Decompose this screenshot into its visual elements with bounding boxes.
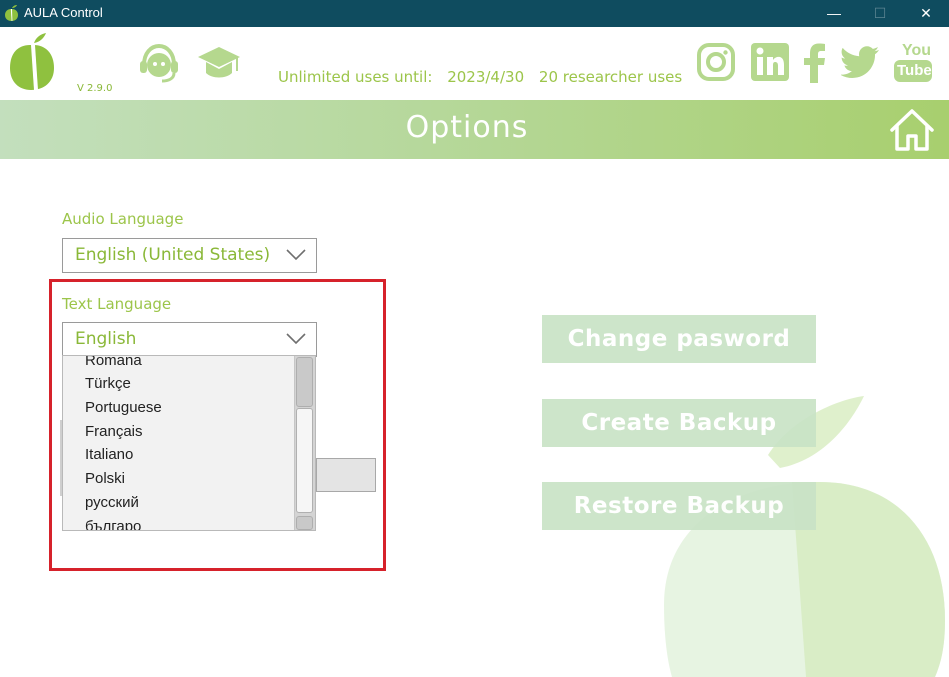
app-apple-icon (5, 5, 18, 21)
page-banner: Options (0, 100, 949, 159)
facebook-icon[interactable] (804, 43, 826, 83)
create-backup-button[interactable]: Create Backup (542, 399, 816, 447)
audio-language-value: English (United States) (75, 245, 271, 265)
licence-until-label: Unlimited uses until: (278, 68, 433, 86)
chevron-down-icon (286, 249, 306, 261)
youtube-logo-top: You (902, 42, 932, 59)
youtube-icon[interactable]: You Tube (894, 42, 932, 82)
restore-backup-button[interactable]: Restore Backup (542, 482, 816, 530)
youtube-logo-bottom: Tube (897, 62, 932, 79)
minimize-button[interactable]: — (811, 0, 857, 27)
close-button[interactable]: ✕ (903, 0, 949, 27)
audio-language-select[interactable]: English (United States) (62, 238, 317, 273)
app-version: V 2.9.0 (77, 83, 113, 94)
headset-icon[interactable] (138, 43, 180, 83)
change-password-button[interactable]: Change pasword (542, 315, 816, 363)
licence-info: Unlimited uses until: 2023/4/30 20 resea… (278, 68, 692, 86)
instagram-icon[interactable] (697, 43, 735, 81)
twitter-icon[interactable] (841, 46, 879, 78)
window-titlebar: AULA Control — ☐ ✕ (0, 0, 949, 27)
home-icon[interactable] (889, 108, 935, 152)
page-title: Options (405, 110, 529, 145)
audio-language-label: Audio Language (62, 210, 184, 228)
licence-until-date: 2023/4/30 (447, 68, 525, 86)
researcher-uses: 20 researcher uses (538, 68, 683, 86)
app-header: V 2.9.0 Unlimited uses until: 2023/4/30 … (0, 27, 949, 100)
linkedin-icon[interactable] (751, 43, 789, 81)
highlight-box (49, 279, 386, 571)
aula-logo (10, 33, 54, 90)
window-title: AULA Control (24, 5, 103, 20)
maximize-button[interactable]: ☐ (857, 0, 903, 27)
graduation-cap-icon[interactable] (196, 45, 242, 83)
